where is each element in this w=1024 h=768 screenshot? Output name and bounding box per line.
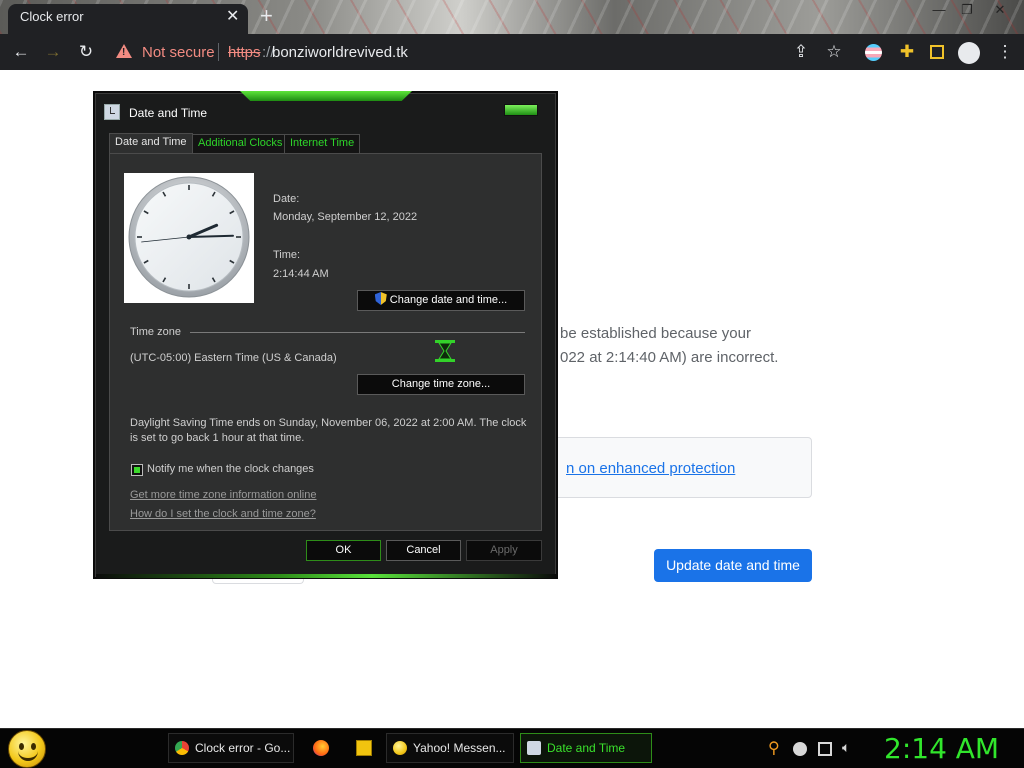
tab-date-and-time[interactable]: Date and Time <box>109 133 193 154</box>
notify-label[interactable]: Notify me when the clock changes <box>147 463 314 475</box>
menu-kebab-icon[interactable]: ⋮ <box>994 41 1016 63</box>
tray-clock[interactable]: 2:14 AM <box>884 732 999 765</box>
tab-internet-time[interactable]: Internet Time <box>284 134 361 153</box>
folder-icon[interactable] <box>356 740 372 756</box>
forward-icon[interactable]: → <box>42 41 64 63</box>
date-time-icon <box>104 104 120 120</box>
profile-flag-icon[interactable] <box>865 44 882 61</box>
taskbar-item-label: Clock error - Go... <box>195 741 291 755</box>
dialog-close-button[interactable] <box>504 104 538 116</box>
tab-additional-clocks[interactable]: Additional Clocks <box>192 134 289 153</box>
date-time-icon <box>527 741 541 755</box>
security-status[interactable]: Not secure <box>142 44 215 61</box>
tab-close-icon[interactable]: ✕ <box>226 6 239 26</box>
tab-title: Clock error <box>20 9 84 24</box>
date-value: Monday, September 12, 2022 <box>273 211 418 223</box>
uac-shield-icon <box>374 292 387 305</box>
extensions-icon[interactable]: ✚ <box>896 41 918 63</box>
close-window-icon[interactable]: ✕ <box>986 2 1014 18</box>
update-date-time-button[interactable]: Update date and time <box>654 549 812 582</box>
yahoo-messenger-icon <box>393 741 407 755</box>
warning-mark: ! <box>122 47 126 58</box>
timezone-divider <box>190 332 525 333</box>
error-description-line-2: 022 at 2:14:40 AM) are incorrect. <box>560 349 779 366</box>
bookmark-star-icon[interactable]: ☆ <box>823 41 845 63</box>
messenger-status-icon[interactable] <box>793 742 807 756</box>
omnibox-divider <box>218 43 219 61</box>
timezone-hourglass-icon <box>435 340 455 362</box>
dst-notice: Daylight Saving Time ends on Sunday, Nov… <box>130 417 527 444</box>
taskbar-item-label: Yahoo! Messen... <box>413 741 506 755</box>
clock-face-icon <box>128 176 250 298</box>
reload-icon[interactable]: ↻ <box>75 41 97 63</box>
taskbar-item-yahoo-messenger[interactable]: Yahoo! Messen... <box>386 733 514 763</box>
restore-icon[interactable]: ❐ <box>953 2 981 18</box>
back-icon[interactable]: ← <box>10 41 32 63</box>
error-description-line-1: be established because your <box>560 325 751 342</box>
minimize-icon[interactable]: — <box>925 2 953 18</box>
url-host[interactable]: bonziworldrevived.tk <box>272 44 408 61</box>
network-icon[interactable] <box>818 742 832 756</box>
change-date-time-label: Change date and time... <box>389 294 508 306</box>
change-time-zone-button[interactable]: Change time zone... <box>357 374 525 395</box>
start-button-bonzi-icon[interactable] <box>8 730 46 768</box>
dialog-bottom-accent <box>96 574 556 578</box>
taskbar-item-chrome[interactable]: Clock error - Go... <box>168 733 294 763</box>
notify-checkbox[interactable] <box>131 464 143 476</box>
account-avatar-icon[interactable] <box>958 42 980 64</box>
howto-set-clock-link[interactable]: How do I set the clock and time zone? <box>130 508 316 520</box>
date-label: Date: <box>273 193 300 205</box>
dialog-top-accent <box>240 91 412 101</box>
taskbar-item-date-and-time[interactable]: Date and Time <box>520 733 652 763</box>
dialog-title: Date and Time <box>129 106 208 120</box>
chrome-icon <box>175 741 189 755</box>
timezone-value: (UTC-05:00) Eastern Time (US & Canada) <box>130 352 337 364</box>
timezone-group-label: Time zone <box>130 326 181 338</box>
timezone-info-link[interactable]: Get more time zone information online <box>130 489 316 501</box>
side-panel-icon[interactable] <box>930 45 944 59</box>
time-label: Time: <box>273 249 301 261</box>
apply-button[interactable]: Apply <box>466 540 542 561</box>
new-tab-icon[interactable]: + <box>260 3 273 29</box>
change-date-time-button[interactable]: Change date and time... <box>357 290 525 311</box>
analog-clock <box>124 173 254 303</box>
url-scheme[interactable]: https <box>228 44 261 61</box>
search-icon[interactable]: ⚲ <box>768 738 780 758</box>
share-icon[interactable]: ⇪ <box>790 41 812 63</box>
cancel-button[interactable]: Cancel <box>386 540 461 561</box>
ok-button[interactable]: OK <box>306 540 381 561</box>
volume-icon[interactable]: 🔈︎ <box>842 739 850 756</box>
firefox-icon[interactable] <box>313 740 329 756</box>
enhanced-protection-link[interactable]: n on enhanced protection <box>566 460 735 477</box>
time-value: 2:14:44 AM <box>273 268 329 280</box>
taskbar-item-label: Date and Time <box>547 741 626 755</box>
